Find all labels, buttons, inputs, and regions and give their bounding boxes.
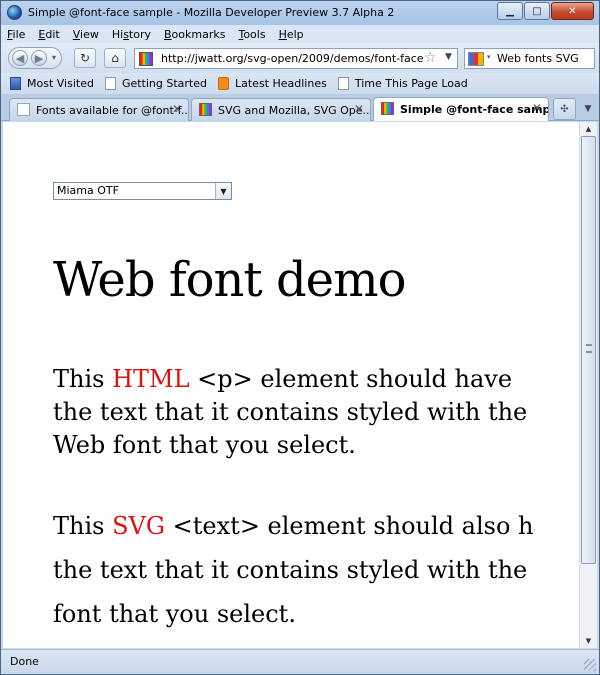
tab-close-icon[interactable]: ✕ — [532, 101, 542, 115]
reload-button[interactable]: ↻ — [74, 48, 96, 68]
reload-icon: ↻ — [79, 51, 91, 65]
search-engine-icon[interactable] — [468, 52, 484, 66]
search-box[interactable]: ▾ Web fonts SVG — [464, 48, 595, 69]
page-content: Miama OTF ▼ Web font demo This HTML <p> … — [3, 122, 579, 648]
most-visited-icon — [10, 77, 21, 90]
firefox-logo-icon — [7, 5, 22, 20]
page-icon — [104, 77, 116, 90]
scroll-up-icon[interactable]: ▲ — [582, 122, 595, 136]
window-controls: ▁ □ ✕ — [496, 2, 594, 20]
font-select-value: Miama OTF — [57, 184, 119, 197]
home-icon: ⌂ — [111, 51, 119, 65]
chevron-down-icon: ▼ — [584, 104, 592, 114]
title-bar[interactable]: Simple @font-face sample - Mozilla Devel… — [1, 1, 599, 25]
url-text[interactable]: http://jwatt.org/svg-open/2009/demos/fon… — [161, 52, 423, 65]
scrollbar-thumb[interactable] — [581, 136, 596, 564]
grip-icon — [586, 344, 592, 353]
new-tab-button[interactable]: ✣ — [553, 98, 576, 120]
page-icon — [337, 77, 349, 90]
tab-simple-font-face[interactable]: Simple @font-face sample ✕ — [373, 97, 549, 121]
tab-fonts-available[interactable]: Fonts available for @font-f... ✕ — [9, 98, 189, 121]
chevron-down-icon[interactable]: ▼ — [215, 183, 231, 199]
bookmark-star-icon[interactable]: ☆ — [424, 50, 437, 66]
bookmark-time-page-load[interactable]: Time This Page Load — [337, 77, 468, 90]
rss-icon — [218, 77, 229, 90]
forward-button[interactable]: ▶ — [31, 50, 47, 66]
tab-list-button[interactable]: ▼ — [579, 98, 597, 120]
maximize-button[interactable]: □ — [524, 2, 550, 20]
tab-svg-and-mozilla[interactable]: SVG and Mozilla, SVG Ope... ✕ — [191, 98, 371, 121]
bookmark-latest-headlines[interactable]: Latest Headlines — [218, 77, 327, 90]
site-favicon-icon — [139, 52, 153, 66]
font-select[interactable]: Miama OTF ▼ — [53, 182, 232, 200]
vertical-scrollbar[interactable]: ▲ ▼ — [579, 122, 597, 648]
url-dropdown-icon[interactable]: ▼ — [445, 52, 452, 62]
menu-bar: File Edit View History Bookmarks Tools H… — [1, 25, 599, 43]
minimize-icon: ▁ — [506, 5, 514, 17]
menu-edit[interactable]: Edit — [38, 28, 59, 41]
url-bar[interactable]: http://jwatt.org/svg-open/2009/demos/fon… — [134, 48, 458, 69]
status-bar: Done — [1, 649, 599, 674]
scroll-down-icon[interactable]: ▼ — [582, 634, 595, 648]
back-arrow-icon: ◀ — [15, 51, 25, 65]
search-input[interactable]: Web fonts SVG — [497, 52, 579, 65]
site-favicon-icon — [381, 102, 394, 115]
browser-window: Simple @font-face sample - Mozilla Devel… — [0, 0, 600, 675]
bookmarks-toolbar: Most Visited Getting Started Latest Head… — [1, 73, 599, 94]
back-button[interactable]: ◀ — [12, 50, 28, 66]
svg-text-line-1: This SVG <text> element should also have — [53, 512, 535, 540]
menu-bookmarks[interactable]: Bookmarks — [164, 28, 225, 41]
menu-tools[interactable]: Tools — [238, 28, 265, 41]
back-forward-group: ◀ ▶ ▾ — [8, 47, 62, 69]
menu-help[interactable]: Help — [279, 28, 304, 41]
page-icon — [17, 103, 30, 116]
window-title: Simple @font-face sample - Mozilla Devel… — [28, 6, 395, 19]
svg-text-line-3: font that you select. — [53, 600, 296, 628]
search-engine-dropdown-icon[interactable]: ▾ — [487, 53, 491, 61]
tab-close-icon[interactable]: ✕ — [172, 102, 182, 116]
bookmark-getting-started[interactable]: Getting Started — [104, 77, 207, 90]
svg-highlight: SVG — [112, 512, 166, 540]
tab-strip: Fonts available for @font-f... ✕ SVG and… — [1, 94, 599, 121]
forward-arrow-icon: ▶ — [34, 51, 44, 65]
site-favicon-icon — [199, 103, 212, 116]
resize-grip-icon[interactable] — [584, 659, 596, 671]
svg-text-line-2: the text that it contains styled with th… — [53, 556, 535, 584]
tab-close-icon[interactable]: ✕ — [354, 102, 364, 116]
html-highlight: HTML — [112, 365, 190, 393]
bookmark-most-visited[interactable]: Most Visited — [10, 77, 94, 90]
svg-text-block: This SVG <text> element should also have… — [53, 504, 535, 636]
maximize-icon: □ — [532, 5, 542, 17]
html-paragraph: This HTML <p> element should have the te… — [53, 365, 528, 459]
new-tab-icon: ✣ — [560, 103, 569, 115]
navigation-toolbar: ◀ ▶ ▾ ↻ ⌂ http://jwatt.org/svg-open/2009… — [1, 43, 599, 73]
home-button[interactable]: ⌂ — [104, 48, 126, 68]
close-icon: ✕ — [568, 5, 577, 17]
menu-file[interactable]: File — [7, 28, 25, 41]
menu-history[interactable]: History — [112, 28, 151, 41]
menu-view[interactable]: View — [73, 28, 99, 41]
status-text: Done — [10, 655, 39, 668]
minimize-button[interactable]: ▁ — [497, 2, 523, 20]
history-dropdown-icon[interactable]: ▾ — [52, 53, 56, 62]
close-window-button[interactable]: ✕ — [551, 2, 594, 20]
page-heading: Web font demo — [53, 252, 406, 308]
